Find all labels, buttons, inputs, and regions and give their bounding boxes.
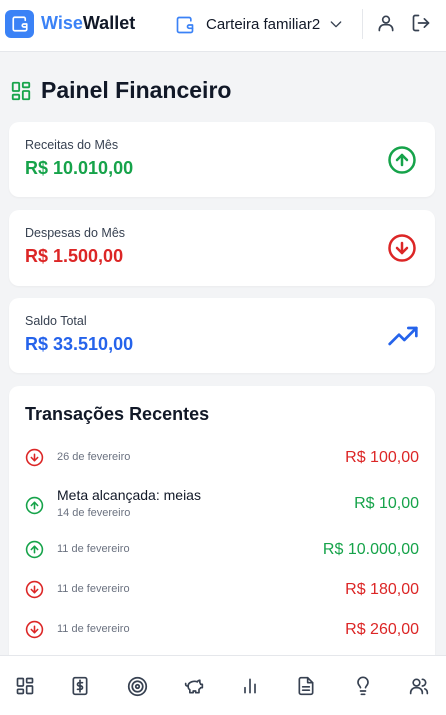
balance-card: Saldo Total R$ 33.510,00: [9, 298, 435, 373]
transaction-date: 11 de fevereiro: [57, 543, 130, 555]
wallet-icon: [175, 15, 195, 35]
arrow-down-circle-icon: [25, 580, 44, 599]
transaction-amount: R$ 180,00: [345, 581, 419, 598]
users-icon[interactable]: [408, 676, 430, 698]
transaction-amount: R$ 10,00: [354, 495, 419, 512]
transaction-amount: R$ 260,00: [345, 621, 419, 638]
arrow-up-circle-icon: [25, 540, 44, 559]
transaction-date: 11 de fevereiro: [57, 623, 130, 635]
brand-part-wise: Wise: [41, 13, 83, 33]
transaction-row[interactable]: 11 de fevereiro R$ 180,00: [9, 576, 435, 606]
wallet-selector[interactable]: Carteira familiar2: [167, 6, 353, 42]
arrow-down-circle-icon: [25, 448, 44, 467]
wallet-logo-icon[interactable]: [5, 10, 34, 38]
transaction-date: 14 de fevereiro: [57, 507, 131, 519]
brand-part-wallet: Wallet: [82, 13, 136, 33]
income-value: R$ 10.010,00: [25, 158, 134, 178]
document-icon[interactable]: [296, 676, 318, 698]
expense-card: Despesas do Mês R$ 1.500,00: [9, 210, 435, 286]
wallet-name: Carteira familiar2: [206, 16, 321, 33]
arrow-up-circle-icon: [25, 496, 44, 515]
piggy-bank-icon[interactable]: [183, 676, 205, 698]
arrow-down-circle-icon: [387, 233, 417, 263]
dashboard-icon[interactable]: [15, 676, 37, 698]
transaction-date: 11 de fevereiro: [57, 583, 130, 595]
transaction-amount: R$ 10.000,00: [322, 541, 419, 558]
transaction-row[interactable]: 11 de fevereiro R$ 10.000,00: [9, 536, 435, 566]
expense-value: R$ 1.500,00: [25, 246, 124, 266]
chevron-down-icon: [328, 16, 344, 32]
balance-value: R$ 33.510,00: [25, 334, 134, 354]
transactions-title: Transações Recentes: [25, 404, 210, 424]
header-divider: [362, 9, 363, 39]
income-label: Receitas do Mês: [25, 138, 119, 152]
trending-up-icon: [387, 324, 419, 348]
arrow-up-circle-icon: [387, 145, 417, 175]
income-card: Receitas do Mês R$ 10.010,00: [9, 122, 435, 197]
transaction-description: Meta alcançada: meias: [57, 487, 201, 503]
app-header: WiseWallet Carteira familiar2: [0, 0, 446, 52]
dashboard-grid-icon: [10, 80, 32, 102]
transaction-date: 26 de fevereiro: [57, 451, 131, 463]
arrow-down-circle-icon: [25, 620, 44, 639]
bottom-navigation: [0, 655, 446, 715]
bar-chart-icon[interactable]: [240, 676, 262, 698]
transaction-row[interactable]: Meta alcançada: meias 14 de fevereiro R$…: [9, 486, 435, 526]
transaction-row[interactable]: 11 de fevereiro R$ 260,00: [9, 616, 435, 646]
expense-label: Despesas do Mês: [25, 226, 126, 240]
dollar-receipt-icon[interactable]: [70, 676, 92, 698]
target-icon[interactable]: [127, 676, 149, 698]
balance-label: Saldo Total: [25, 314, 87, 328]
brand-name[interactable]: WiseWallet: [41, 13, 135, 34]
page-title: Painel Financeiro: [41, 77, 232, 103]
transaction-amount: R$ 100,00: [345, 449, 419, 466]
lightbulb-icon[interactable]: [353, 676, 375, 698]
transaction-row[interactable]: 26 de fevereiro R$ 100,00: [9, 444, 435, 474]
recent-transactions-card: Transações Recentes 26 de fevereiro R$ 1…: [9, 386, 435, 656]
user-profile-icon[interactable]: [376, 13, 398, 35]
logout-icon[interactable]: [411, 13, 433, 35]
